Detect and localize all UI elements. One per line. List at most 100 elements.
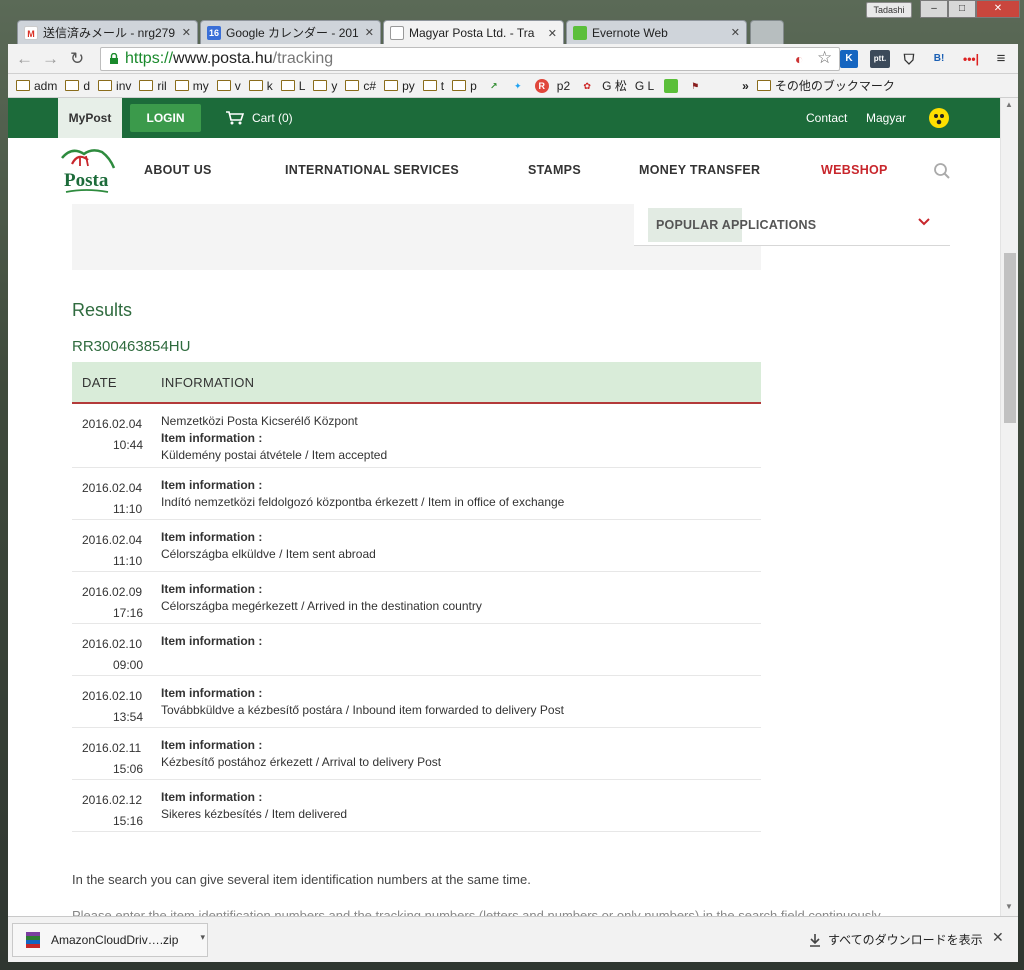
bookmark-folder[interactable]: k — [249, 79, 273, 93]
bookmark-google-l[interactable]: G L — [635, 79, 654, 93]
tab-gmail[interactable]: M 送信済みメール - nrg279 ✕ — [17, 20, 198, 44]
row-date: 2016.02.11 15:06 — [72, 728, 161, 779]
folder-icon — [345, 80, 359, 91]
close-tab-icon[interactable]: ✕ — [731, 26, 740, 39]
r-bookmark-icon[interactable]: R — [535, 79, 549, 93]
tracking-table: DATE INFORMATION 2016.02.04 10:44 Nemzet… — [72, 362, 761, 832]
chart-bookmark-icon[interactable]: ↗ — [487, 79, 501, 93]
hatena-bookmark-icon[interactable]: B! — [930, 50, 948, 68]
scroll-down-icon[interactable]: ▼ — [1005, 902, 1013, 911]
minimize-icon[interactable]: – — [920, 0, 948, 18]
posta-logo[interactable]: Posta — [58, 144, 118, 198]
bookmark-folder[interactable]: c# — [345, 79, 376, 93]
cart-link[interactable]: Cart (0) — [226, 98, 293, 138]
info-label: Item information : — [161, 529, 376, 546]
pocket-icon[interactable]: ⛉ — [900, 50, 918, 68]
translate-icon[interactable]: ◐ — [795, 48, 803, 70]
profile-button[interactable]: Tadashi — [866, 2, 912, 18]
bookmark-folder[interactable]: d — [65, 79, 90, 93]
popular-applications-dropdown[interactable]: POPULAR APPLICATIONS — [634, 204, 950, 246]
more-bookmarks-icon[interactable]: » — [742, 79, 749, 93]
info-label: Item information : — [161, 789, 347, 806]
more-extension-icon[interactable]: •••| — [960, 50, 982, 68]
twitter-bookmark-icon[interactable]: ✦ — [511, 79, 525, 93]
page-scrollbar[interactable]: ▲ ▼ — [1000, 98, 1018, 916]
cart-icon — [226, 111, 244, 125]
nav-money-transfer[interactable]: MONEY TRANSFER — [639, 163, 760, 177]
language-link[interactable]: Magyar — [866, 98, 906, 138]
bookmark-folder[interactable]: t — [423, 79, 444, 93]
caret-down-icon[interactable]: ▾ — [200, 932, 205, 943]
menu-icon[interactable]: ≡ — [992, 50, 1010, 68]
k-extension-icon[interactable]: K — [840, 50, 858, 68]
info-detail: Kézbesítő postához érkezett / Arrival to… — [161, 754, 441, 771]
help-text: In the search you can give several item … — [72, 872, 531, 887]
nav-about-us[interactable]: ABOUT US — [144, 163, 212, 177]
date-text: 2016.02.10 — [82, 686, 161, 707]
reload-icon[interactable]: ↻ — [70, 49, 84, 69]
tab-calendar[interactable]: 16 Google カレンダー - 201 ✕ — [200, 20, 381, 44]
contact-link[interactable]: Contact — [806, 98, 847, 138]
ptt-extension-icon[interactable]: ptt. — [870, 50, 890, 68]
location-text: Nemzetközi Posta Kicserélő Központ — [161, 413, 387, 430]
time-text: 17:16 — [82, 603, 161, 624]
bookmark-folder[interactable]: p — [452, 79, 477, 93]
bookmark-folder[interactable]: my — [175, 79, 209, 93]
close-window-icon[interactable]: ✕ — [976, 0, 1020, 18]
nav-international-services[interactable]: INTERNATIONAL SERVICES — [285, 163, 459, 177]
folder-icon — [757, 80, 771, 91]
url-host: www.posta.hu — [173, 50, 273, 67]
close-icon[interactable]: ✕ — [992, 929, 1004, 946]
time-text: 10:44 — [82, 435, 161, 456]
bookmark-folder[interactable]: py — [384, 79, 415, 93]
bookmarks-bar: adm d inv ril my v k L y c# py t p ↗ ✦ R… — [8, 74, 1018, 98]
new-tab-button[interactable] — [750, 20, 784, 44]
scroll-up-icon[interactable]: ▲ — [1005, 100, 1013, 109]
bookmark-p2[interactable]: p2 — [557, 79, 570, 93]
forward-icon[interactable]: → — [42, 49, 59, 69]
other-bookmarks[interactable]: その他のブックマーク — [757, 77, 895, 94]
column-date: DATE — [72, 375, 161, 390]
nav-webshop[interactable]: WEBSHOP — [821, 163, 888, 177]
info-detail: Célországba megérkezett / Arrived in the… — [161, 598, 482, 615]
bookmark-folder[interactable]: adm — [16, 79, 57, 93]
evernote-bookmark-icon[interactable] — [664, 79, 678, 93]
download-item[interactable]: AmazonCloudDriv….zip ▾ — [12, 923, 208, 957]
table-row: 2016.02.11 15:06 Item information : Kézb… — [72, 728, 761, 780]
nav-stamps[interactable]: STAMPS — [528, 163, 581, 177]
date-text: 2016.02.12 — [82, 790, 161, 811]
row-date: 2016.02.04 11:10 — [72, 520, 161, 571]
search-icon[interactable] — [933, 162, 951, 180]
back-icon[interactable]: ← — [16, 49, 33, 69]
folder-icon — [384, 80, 398, 91]
show-all-downloads[interactable]: すべてのダウンロードを表示 — [808, 931, 983, 948]
tab-evernote[interactable]: Evernote Web ✕ — [566, 20, 747, 44]
ifis-bookmark-icon[interactable]: ⚑ — [688, 79, 702, 93]
close-tab-icon[interactable]: ✕ — [548, 27, 557, 40]
bookmark-folder[interactable]: ril — [139, 79, 166, 93]
address-bar[interactable]: https://www.posta.hu/tracking ◐ ☆ — [100, 47, 840, 71]
info-detail: Sikeres kézbesítés / Item delivered — [161, 806, 347, 823]
bookmark-folder[interactable]: v — [217, 79, 241, 93]
tab-posta[interactable]: Magyar Posta Ltd. - Tra ✕ — [383, 20, 564, 45]
accessibility-icon[interactable] — [929, 108, 949, 128]
row-info: Item information : Sikeres kézbesítés / … — [161, 780, 347, 831]
bookmark-folder[interactable]: y — [313, 79, 337, 93]
page-viewport: MyPost LOGIN Cart (0) Contact Magyar — [8, 98, 1000, 916]
row-date: 2016.02.09 17:16 — [72, 572, 161, 623]
bookmark-folder[interactable]: inv — [98, 79, 131, 93]
close-tab-icon[interactable]: ✕ — [365, 26, 374, 39]
login-button[interactable]: LOGIN — [130, 104, 201, 132]
download-icon — [808, 933, 822, 947]
star-icon[interactable]: ☆ — [817, 47, 832, 69]
scroll-thumb[interactable] — [1004, 253, 1016, 423]
close-tab-icon[interactable]: ✕ — [182, 26, 191, 39]
bookmark-folder[interactable]: L — [281, 79, 306, 93]
popular-applications-label: POPULAR APPLICATIONS — [656, 218, 816, 232]
mypost-link[interactable]: MyPost — [58, 98, 122, 138]
bug-bookmark-icon[interactable]: ✿ — [580, 79, 594, 93]
maximize-icon[interactable]: □ — [948, 0, 976, 18]
bookmark-google-matsu[interactable]: G 松 — [602, 77, 627, 94]
folder-icon — [423, 80, 437, 91]
folder-icon — [98, 80, 112, 91]
